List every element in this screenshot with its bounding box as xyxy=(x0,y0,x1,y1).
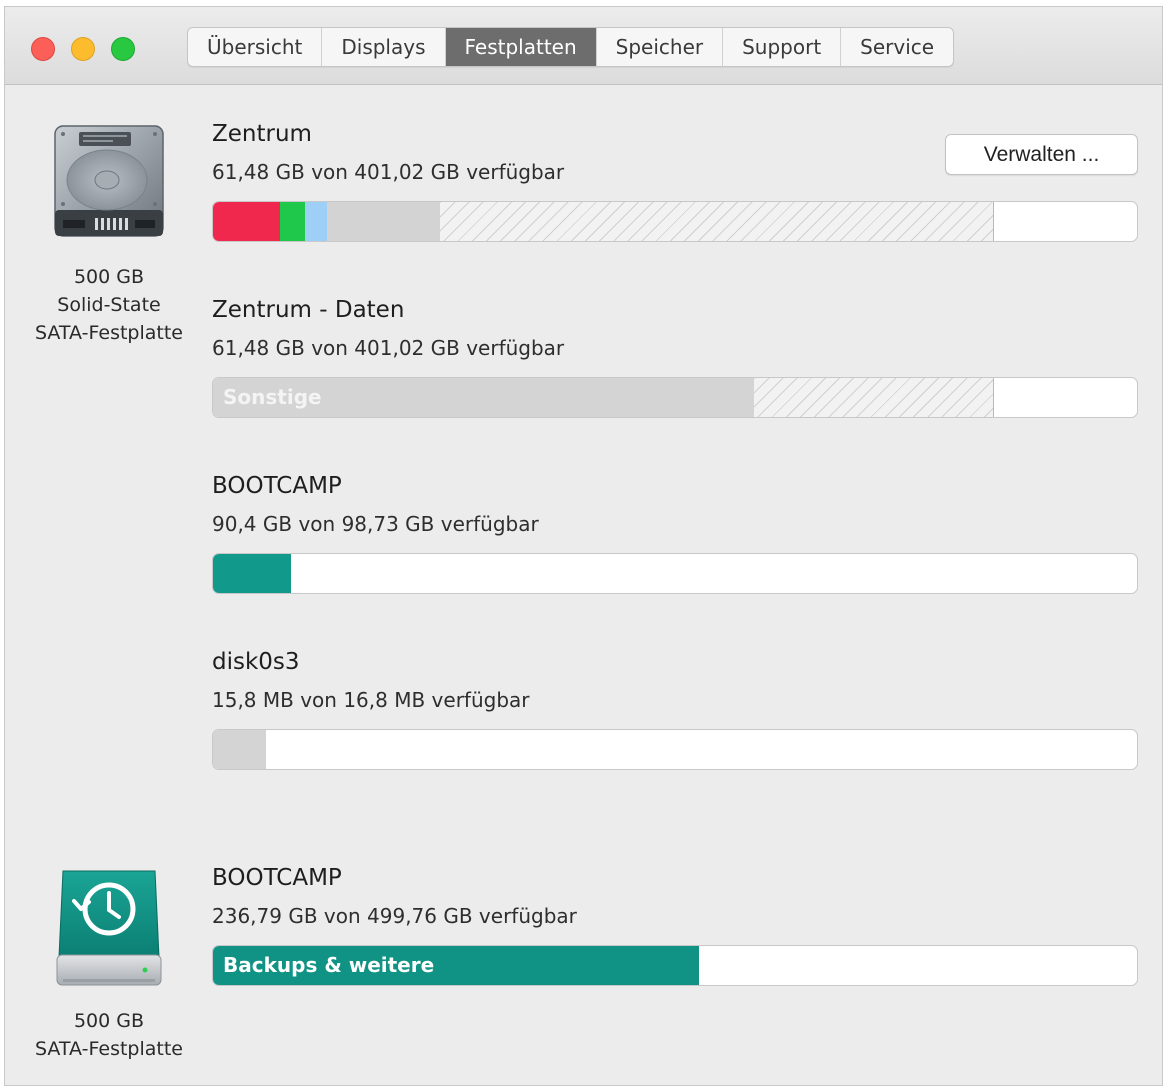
volume-name: BOOTCAMP xyxy=(212,865,342,891)
tab-overview[interactable]: Übersicht xyxy=(188,28,323,66)
tab-displays[interactable]: Displays xyxy=(322,28,446,66)
disk-interface: SATA-Festplatte xyxy=(34,1038,183,1060)
usage-segment xyxy=(213,202,280,241)
internal-disk-caption: 500 GB Solid-State SATA-Festplatte xyxy=(9,263,209,347)
usage-segment-label: Backups & weitere xyxy=(223,953,435,977)
purgeable-segment xyxy=(440,202,994,241)
volume-availability: 15,8 MB von 16,8 MB verfügbar xyxy=(212,688,530,712)
storage-usage-bar: Sonstige xyxy=(212,377,1138,418)
disk-type: Solid-State xyxy=(57,294,161,316)
purgeable-segment xyxy=(754,378,994,417)
tab-service[interactable]: Service xyxy=(841,28,953,66)
volume-availability: 236,79 GB von 499,76 GB verfügbar xyxy=(212,904,577,928)
storage-usage-bar xyxy=(212,729,1138,770)
usage-segment xyxy=(305,202,327,241)
tab-support[interactable]: Support xyxy=(723,28,842,66)
system-info-window: Übersicht Displays Festplatten Speicher … xyxy=(4,6,1163,1086)
hard-drive-icon xyxy=(54,125,164,237)
storage-usage-bar xyxy=(212,201,1138,242)
volume-name: Zentrum xyxy=(212,121,312,147)
volume-availability: 90,4 GB von 98,73 GB verfügbar xyxy=(212,512,539,536)
volume-availability: 61,48 GB von 401,02 GB verfügbar xyxy=(212,336,565,360)
volume-availability: 61,48 GB von 401,02 GB verfügbar xyxy=(212,160,565,184)
usage-segment xyxy=(280,202,305,241)
manage-button[interactable]: Verwalten ... xyxy=(945,134,1138,175)
tab-bar: Übersicht Displays Festplatten Speicher … xyxy=(187,27,955,67)
usage-segment xyxy=(213,554,291,593)
minimize-window-button[interactable] xyxy=(71,37,95,61)
tab-memory[interactable]: Speicher xyxy=(597,28,724,66)
usage-segment xyxy=(213,730,266,769)
close-window-button[interactable] xyxy=(31,37,55,61)
volume-name: disk0s3 xyxy=(212,649,300,675)
zoom-window-button[interactable] xyxy=(111,37,135,61)
title-bar: Übersicht Displays Festplatten Speicher … xyxy=(5,7,1162,85)
disk-capacity: 500 GB xyxy=(73,266,145,288)
usage-segment-label: Sonstige xyxy=(223,385,322,409)
external-disk-caption: 500 GB SATA-Festplatte xyxy=(9,1007,209,1063)
tab-storage[interactable]: Festplatten xyxy=(445,28,597,66)
volume-name: BOOTCAMP xyxy=(212,473,342,499)
time-machine-drive-icon xyxy=(56,870,162,986)
storage-usage-bar xyxy=(212,553,1138,594)
volume-name: Zentrum - Daten xyxy=(212,297,405,323)
usage-segment xyxy=(327,202,440,241)
storage-usage-bar: Backups & weitere xyxy=(212,945,1138,986)
disk-capacity: 500 GB xyxy=(73,1010,145,1032)
disk-interface: SATA-Festplatte xyxy=(34,322,183,344)
